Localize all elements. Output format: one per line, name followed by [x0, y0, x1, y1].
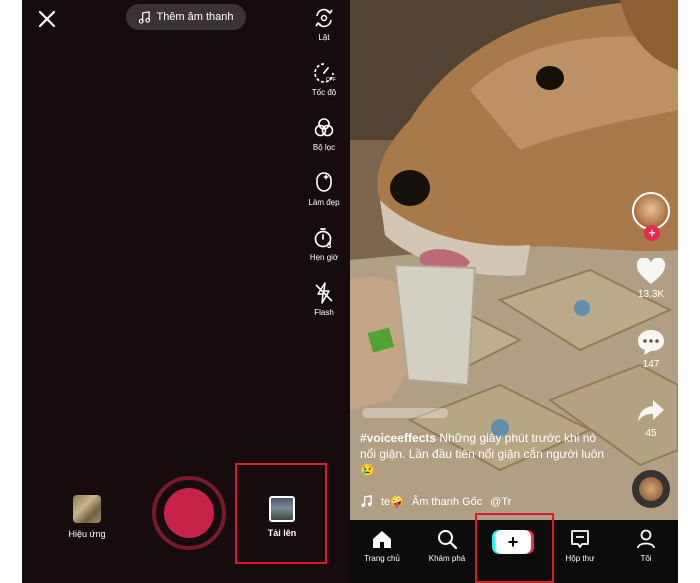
tool-label: Bộ lọc — [312, 143, 336, 152]
flip-camera-icon — [315, 8, 333, 28]
heart-icon — [636, 257, 666, 284]
tab-label: Hộp thư — [565, 554, 595, 563]
sound-name: Âm thanh Gốc — [411, 495, 483, 508]
video-caption[interactable]: #voiceeffects Những giây phút trước khi … — [360, 430, 605, 478]
like-count: 13.3K — [637, 289, 665, 300]
sound-disc-cover — [639, 477, 663, 501]
tool-beautify[interactable]: Làm đẹp — [298, 171, 350, 207]
upload-label: Tải lên — [267, 528, 297, 538]
inbox-icon — [571, 530, 589, 548]
tool-label: Làm đẹp — [308, 198, 340, 207]
tool-flash[interactable]: Flash — [298, 281, 350, 317]
tab-label: Trang chủ — [364, 554, 400, 563]
timer-icon: 3 — [314, 228, 332, 250]
tab-home[interactable]: Trang chủ — [354, 528, 410, 563]
flash-off-icon — [315, 282, 333, 304]
camera-screen: Thêm âm thanh Lật OFF Tốc độ Bộ lọc Làm … — [22, 0, 350, 583]
share-count: 45 — [645, 428, 657, 439]
tool-timer[interactable]: 3 Hẹn giờ — [298, 226, 350, 262]
gallery-icon — [269, 496, 295, 522]
blurred-username — [362, 408, 448, 418]
record-button-core — [164, 488, 214, 538]
tab-label: Tôi — [640, 554, 652, 563]
svg-text:3: 3 — [327, 241, 332, 250]
tool-label: Hẹn giờ — [309, 253, 339, 262]
tool-speed[interactable]: OFF Tốc độ — [298, 61, 350, 97]
sound-disc[interactable] — [632, 470, 670, 508]
profile-icon — [637, 529, 655, 549]
record-button[interactable] — [152, 476, 226, 550]
effects-label: Hiệu ứng — [68, 529, 106, 539]
filters-icon — [314, 118, 334, 137]
comment-icon — [638, 330, 664, 355]
tool-label: Lật — [318, 33, 330, 42]
share-arrow-icon — [638, 400, 664, 422]
sound-user: te🤪 — [381, 496, 404, 508]
effects-thumbnail — [73, 495, 101, 523]
comment-count: 147 — [642, 359, 660, 370]
svg-text:OFF: OFF — [326, 77, 336, 83]
sound-credit: @Tr — [490, 495, 512, 508]
tool-flip[interactable]: Lật — [298, 6, 350, 42]
effects-button[interactable]: Hiệu ứng — [62, 495, 112, 539]
caption-hashtag[interactable]: #voiceeffects — [360, 431, 436, 445]
comment-button[interactable]: 147 — [628, 328, 674, 370]
tool-label: Flash — [314, 308, 334, 317]
search-icon — [438, 530, 458, 550]
follow-button[interactable]: + — [644, 225, 660, 241]
add-sound-label: Thêm âm thanh — [156, 11, 234, 23]
tab-discover[interactable]: Khám phá — [419, 528, 475, 563]
music-note-icon — [139, 10, 151, 24]
add-sound-button[interactable]: Thêm âm thanh — [126, 4, 246, 30]
create-highlight-box — [475, 513, 554, 583]
like-button[interactable]: 13.3K — [628, 257, 674, 300]
home-icon — [373, 531, 391, 548]
music-note-icon — [361, 495, 372, 508]
tool-filters[interactable]: Bộ lọc — [298, 116, 350, 152]
sound-info[interactable]: te🤪 Âm thanh Gốc @Tr — [360, 495, 511, 508]
close-icon[interactable] — [36, 8, 58, 30]
upload-button[interactable]: Tải lên — [256, 496, 308, 538]
beautify-icon — [316, 172, 332, 192]
tool-label: Tốc độ — [311, 88, 337, 97]
speed-icon: OFF — [314, 63, 336, 83]
share-button[interactable]: 45 — [628, 397, 674, 439]
tab-label: Khám phá — [428, 554, 466, 563]
feed-screen: + 13.3K 147 45 #voiceeffects Những giây … — [350, 0, 678, 583]
tab-profile[interactable]: Tôi — [618, 528, 674, 563]
tab-inbox[interactable]: Hộp thư — [552, 528, 608, 563]
